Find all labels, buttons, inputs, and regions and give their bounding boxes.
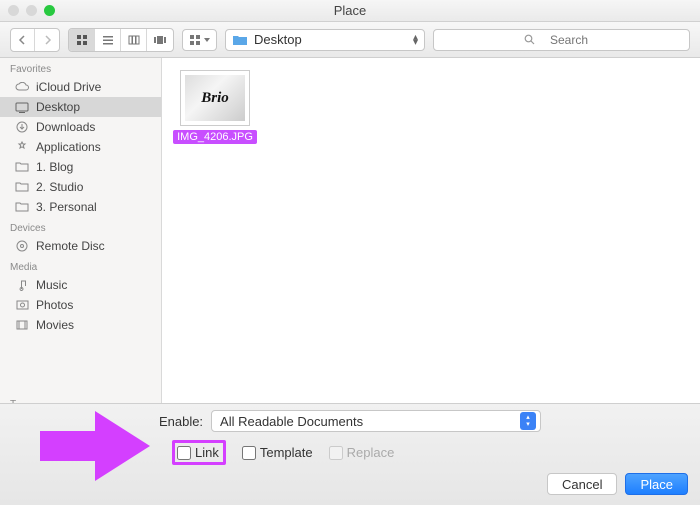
sidebar-item-label: Applications	[36, 140, 101, 154]
enable-select[interactable]: All Readable Documents ▴▾	[211, 410, 541, 432]
sidebar-item-applications[interactable]: Applications	[0, 137, 161, 157]
sidebar-item-label: Desktop	[36, 100, 80, 114]
sidebar-item-label: 3. Personal	[36, 200, 97, 214]
window-controls	[8, 5, 55, 16]
search-field[interactable]	[433, 29, 690, 51]
file-item[interactable]: Brio IMG_4206.JPG	[174, 70, 256, 144]
link-checkbox[interactable]: Link	[177, 445, 219, 460]
search-input[interactable]	[539, 33, 599, 47]
sidebar-item-downloads[interactable]: Downloads	[0, 117, 161, 137]
place-button[interactable]: Place	[625, 473, 688, 495]
options-panel: Enable: All Readable Documents ▴▾ Link T…	[0, 403, 700, 505]
nav-segment	[10, 28, 60, 52]
close-window-button[interactable]	[8, 5, 19, 16]
checkbox-row: Link Template Replace	[12, 440, 688, 465]
view-mode-segment	[68, 28, 174, 52]
desktop-icon	[14, 102, 30, 113]
minimize-window-button[interactable]	[26, 5, 37, 16]
link-checkbox-input[interactable]	[177, 446, 191, 460]
sidebar-item-label: iCloud Drive	[36, 80, 101, 94]
place-button-label: Place	[640, 477, 673, 492]
arrange-button[interactable]	[182, 29, 217, 51]
icon-view-button[interactable]	[69, 29, 95, 51]
template-checkbox-input[interactable]	[242, 446, 256, 460]
list-view-button[interactable]	[95, 29, 121, 51]
enable-label: Enable:	[159, 414, 203, 429]
sidebar-item-label: 1. Blog	[36, 160, 73, 174]
titlebar: Place	[0, 0, 700, 22]
sidebar-item-desktop[interactable]: Desktop	[0, 97, 161, 117]
toolbar: Desktop ▴▾	[0, 22, 700, 58]
replace-checkbox-input	[329, 446, 343, 460]
sidebar-header-favorites: Favorites	[0, 58, 161, 77]
location-label: Desktop	[254, 32, 302, 47]
applications-icon	[14, 141, 30, 153]
photos-icon	[14, 300, 30, 310]
sidebar-item-photos[interactable]: Photos	[0, 295, 161, 315]
sidebar-item-label: Remote Disc	[36, 239, 105, 253]
sidebar-header-tags: T---	[0, 393, 161, 403]
enable-value: All Readable Documents	[220, 414, 363, 429]
sidebar: Favorites iCloud Drive Desktop Downloads…	[0, 58, 162, 403]
coverflow-view-button[interactable]	[147, 29, 173, 51]
sidebar-item-remote-disc[interactable]: Remote Disc	[0, 236, 161, 256]
disc-icon	[14, 240, 30, 252]
file-name-label: IMG_4206.JPG	[173, 130, 257, 144]
back-button[interactable]	[11, 29, 35, 51]
body: Favorites iCloud Drive Desktop Downloads…	[0, 58, 700, 403]
place-dialog: Place	[0, 0, 700, 505]
cancel-button[interactable]: Cancel	[547, 473, 617, 495]
column-view-button[interactable]	[121, 29, 147, 51]
enable-row: Enable: All Readable Documents ▴▾	[12, 410, 688, 432]
folder-icon	[14, 182, 30, 192]
sidebar-item-studio[interactable]: 2. Studio	[0, 177, 161, 197]
location-popup[interactable]: Desktop ▴▾	[225, 29, 425, 51]
sidebar-item-personal[interactable]: 3. Personal	[0, 197, 161, 217]
forward-button[interactable]	[35, 29, 59, 51]
coverflow-icon	[153, 34, 167, 46]
annotation-highlight: Link	[172, 440, 226, 465]
sidebar-item-music[interactable]: Music	[0, 275, 161, 295]
sidebar-item-label: Movies	[36, 318, 74, 332]
folder-icon	[14, 162, 30, 172]
action-row: Cancel Place	[12, 473, 688, 495]
sidebar-item-blog[interactable]: 1. Blog	[0, 157, 161, 177]
sidebar-header-devices: Devices	[0, 217, 161, 236]
cloud-icon	[14, 82, 30, 92]
sidebar-item-label: 2. Studio	[36, 180, 83, 194]
folder-icon	[14, 202, 30, 212]
downloads-icon	[14, 121, 30, 133]
updown-icon: ▴▾	[520, 412, 536, 430]
template-checkbox[interactable]: Template	[242, 445, 313, 460]
sidebar-item-icloud[interactable]: iCloud Drive	[0, 77, 161, 97]
grid-icon	[76, 34, 88, 46]
search-icon	[524, 34, 535, 45]
sidebar-item-label: Music	[36, 278, 67, 292]
arrange-icon	[189, 34, 201, 46]
updown-icon: ▴▾	[413, 35, 418, 45]
link-checkbox-label: Link	[195, 445, 219, 460]
template-checkbox-label: Template	[260, 445, 313, 460]
columns-icon	[128, 34, 140, 46]
zoom-window-button[interactable]	[44, 5, 55, 16]
sidebar-item-label: Downloads	[36, 120, 95, 134]
window-title: Place	[0, 3, 700, 18]
sidebar-item-label: Photos	[36, 298, 73, 312]
movies-icon	[14, 320, 30, 330]
chevron-down-icon	[204, 38, 210, 42]
replace-checkbox: Replace	[329, 445, 395, 460]
music-icon	[14, 279, 30, 291]
file-browser[interactable]: Brio IMG_4206.JPG	[162, 58, 700, 403]
folder-icon	[232, 34, 248, 46]
cancel-button-label: Cancel	[562, 477, 602, 492]
thumbnail-preview: Brio	[185, 75, 245, 121]
list-icon	[102, 34, 114, 46]
file-thumbnail: Brio	[180, 70, 250, 126]
sidebar-item-movies[interactable]: Movies	[0, 315, 161, 335]
sidebar-header-media: Media	[0, 256, 161, 275]
replace-checkbox-label: Replace	[347, 445, 395, 460]
